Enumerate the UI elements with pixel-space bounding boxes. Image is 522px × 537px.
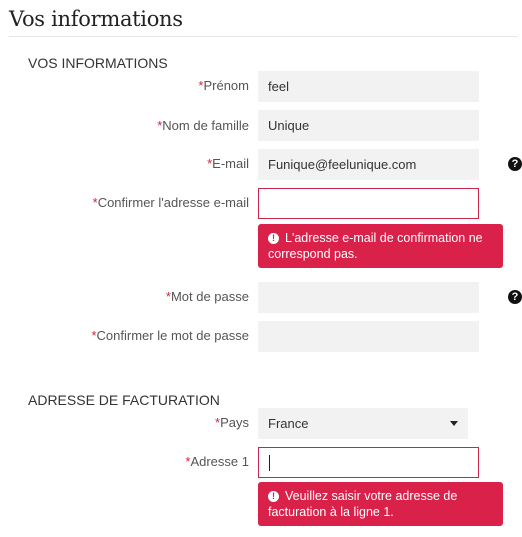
- chevron-down-icon: [450, 421, 458, 426]
- first-name-label: *Prénom: [198, 78, 249, 93]
- alert-icon: !: [268, 233, 279, 244]
- password-help-icon[interactable]: ?: [508, 290, 522, 304]
- section-title-billing: ADRESSE DE FACTURATION: [28, 392, 220, 408]
- confirm-email-error: ! L'adresse e-mail de confirmation ne cor…: [258, 224, 503, 268]
- last-name-label: *Nom de famille: [157, 118, 249, 133]
- confirm-password-label: *Confirmer le mot de passe: [91, 328, 249, 343]
- email-input[interactable]: Funique@feelunique.com: [258, 149, 479, 180]
- password-label: *Mot de passe: [165, 289, 249, 304]
- title-divider: [9, 36, 518, 37]
- country-label: *Pays: [215, 415, 249, 430]
- email-label: *E-mail: [207, 156, 249, 171]
- last-name-input[interactable]: Unique: [258, 110, 479, 141]
- page-title: Vos informations: [9, 7, 183, 31]
- alert-icon: !: [268, 491, 279, 502]
- address1-input[interactable]: [258, 447, 479, 478]
- first-name-input[interactable]: feel: [258, 71, 479, 102]
- confirm-email-label: *Confirmer l'adresse e-mail: [92, 195, 249, 210]
- section-title-personal: VOS INFORMATIONS: [28, 55, 168, 71]
- country-select[interactable]: France: [258, 408, 468, 439]
- confirm-password-input[interactable]: [258, 321, 479, 352]
- text-cursor: [269, 454, 270, 471]
- confirm-email-input[interactable]: [258, 188, 479, 219]
- address1-label: *Adresse 1: [185, 454, 249, 469]
- address1-error: ! Veuillez saisir votre adresse de factur…: [258, 482, 503, 526]
- password-input[interactable]: [258, 282, 479, 313]
- email-help-icon[interactable]: ?: [508, 157, 522, 171]
